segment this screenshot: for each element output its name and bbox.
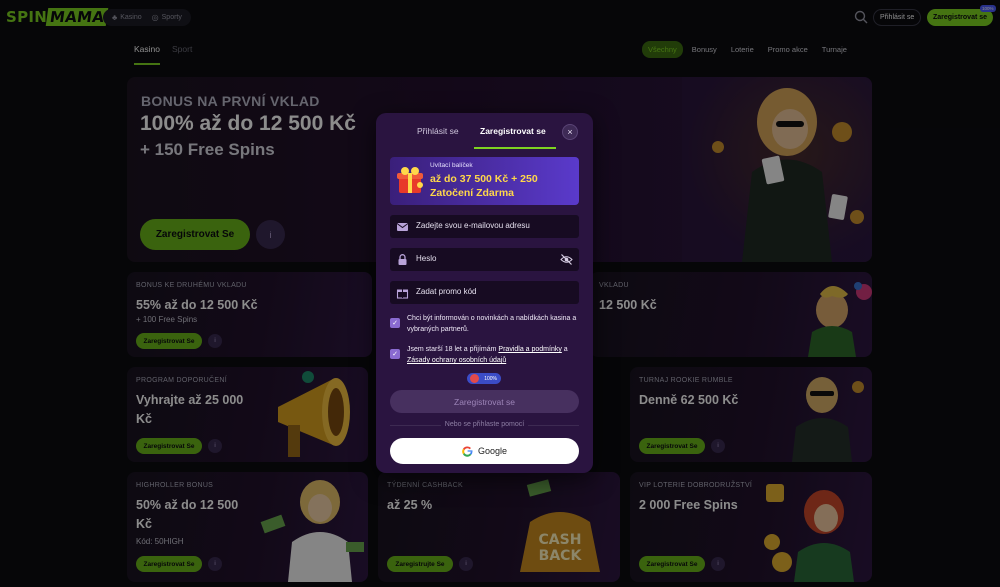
modal-tabs: Přihlásit se Zaregistrovat se [376,123,593,149]
progress-label: 100% [484,375,497,382]
promo-code-placeholder: Zadat promo kód [416,287,477,296]
active-tab-indicator [474,147,556,149]
check-icon: ✓ [392,351,398,358]
google-button-label: Google [477,446,508,456]
lock-icon [398,254,407,265]
or-divider-text: Nebo se přihlaste pomocí [376,421,593,428]
newsletter-checkbox[interactable]: ✓ [390,318,400,328]
password-placeholder: Heslo [416,254,437,263]
welcome-label: Uvítací balíček [430,162,473,169]
register-modal: Přihlásit se Zaregistrovat se × Uvítací … [376,113,593,473]
privacy-link[interactable]: Zásady ochrany osobních údajů [407,357,506,364]
or-text: Nebo se přihlaste pomocí [440,421,529,428]
google-login-button[interactable]: Google [390,438,579,464]
gift-icon [397,167,423,193]
close-icon[interactable]: × [562,124,578,140]
email-field[interactable]: Zadejte svou e-mailovou adresu [390,215,579,238]
submit-register-button[interactable]: Zaregistrovat se [390,390,579,413]
mail-icon [396,223,409,231]
eye-off-icon[interactable] [560,253,573,266]
bonus-progress-badge: 100% [467,373,501,384]
password-field[interactable]: Heslo [390,248,579,271]
welcome-offer: až do 37 500 Kč + 250 Zatočení Zdarma [430,173,538,199]
tab-register[interactable]: Zaregistrovat se [480,126,546,136]
age-consent-and: a [561,346,568,353]
newsletter-consent-text: Chci být informován o novinkách a nabídk… [407,315,577,333]
check-icon: ✓ [392,320,398,327]
tab-login[interactable]: Přihlásit se [417,126,459,136]
promo-code-field[interactable]: Zadat promo kód [390,281,579,304]
rocket-icon [470,374,479,383]
welcome-bonus-banner: Uvítací balíček až do 37 500 Kč + 250 Za… [390,157,579,205]
email-placeholder: Zadejte svou e-mailovou adresu [416,221,530,230]
terms-link[interactable]: Pravidla a podmínky [498,346,561,353]
google-icon [462,445,473,457]
gift-icon [396,289,409,299]
age-terms-checkbox[interactable]: ✓ [390,349,400,359]
age-terms-consent-text: Jsem starší 18 let a přijímám Pravidla a… [407,344,585,366]
age-consent-prefix: Jsem starší 18 let a přijímám [407,346,499,353]
